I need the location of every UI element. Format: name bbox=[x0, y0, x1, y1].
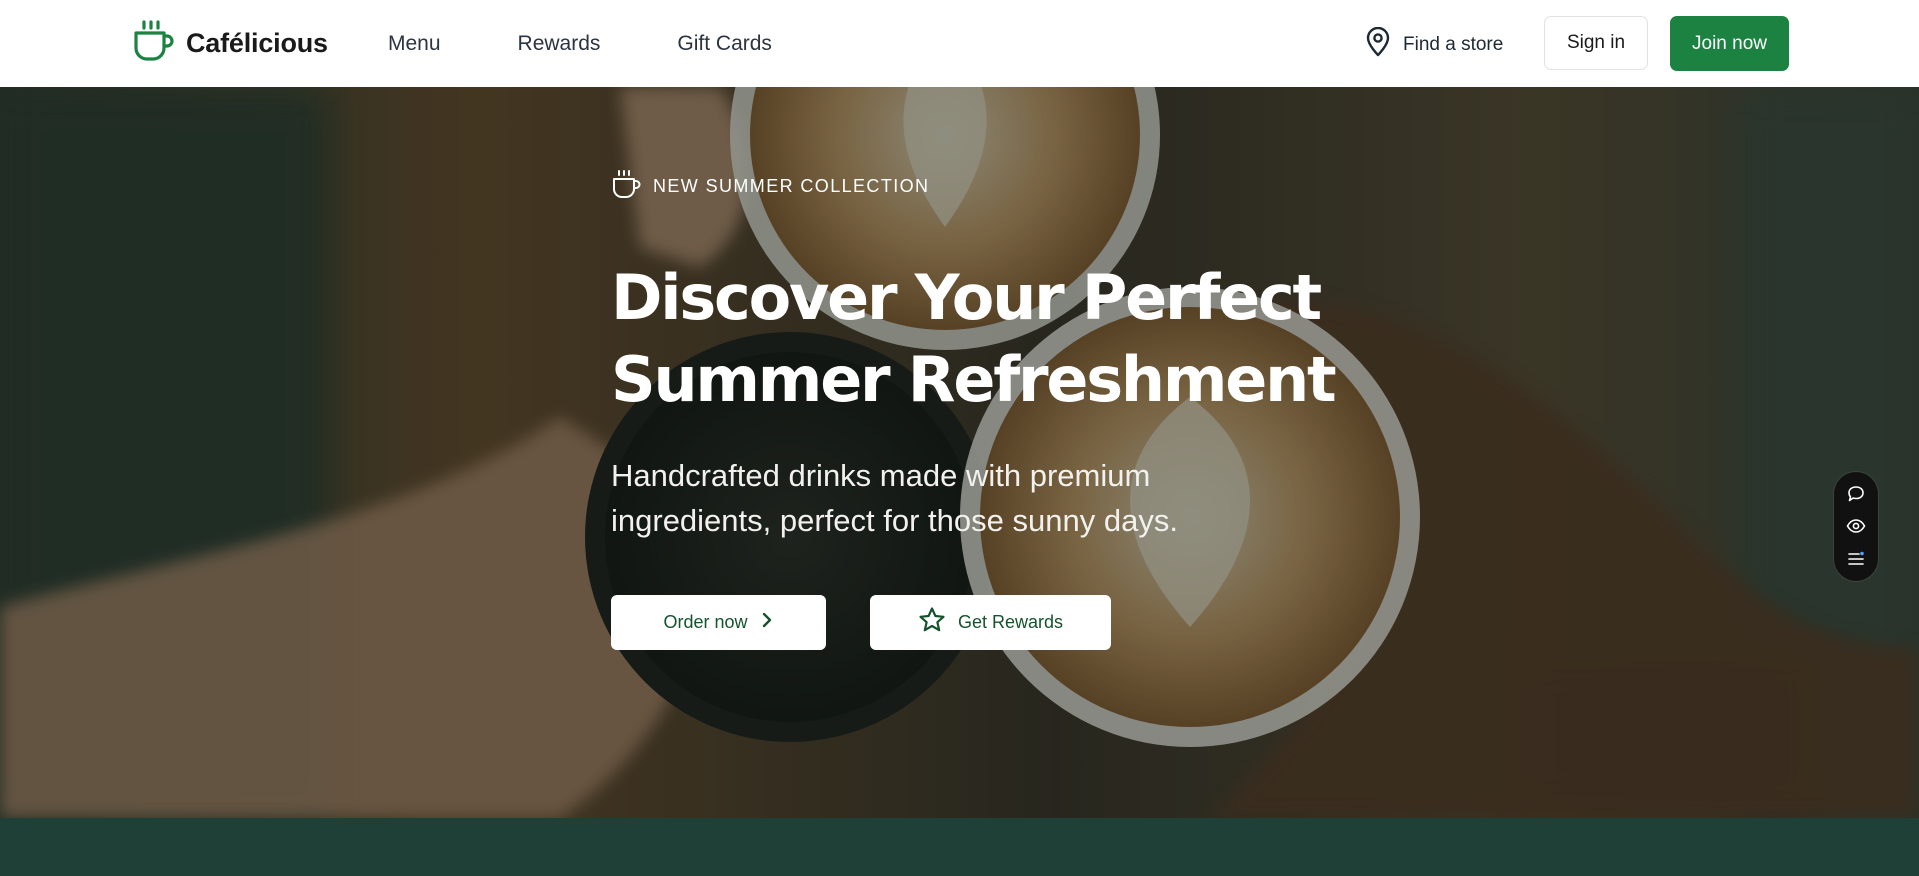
headline-line-1: Discover Your Perfect bbox=[611, 261, 1322, 334]
find-store-label: Find a store bbox=[1403, 34, 1504, 55]
hero-subtext: Handcrafted drinks made with premium ing… bbox=[611, 453, 1251, 543]
brand-name: Cafélicious bbox=[186, 27, 328, 58]
nav-menu[interactable]: Menu bbox=[388, 32, 441, 56]
nav-gift-cards[interactable]: Gift Cards bbox=[677, 32, 772, 56]
hero-section: NEW SUMMER COLLECTION Discover Your Perf… bbox=[0, 87, 1919, 818]
nav-rewards[interactable]: Rewards bbox=[518, 32, 601, 56]
main-nav: Menu Rewards Gift Cards bbox=[388, 0, 849, 87]
coffee-cup-icon bbox=[132, 19, 174, 67]
sign-in-button[interactable]: Sign in bbox=[1544, 16, 1648, 70]
order-now-label: Order now bbox=[663, 612, 748, 632]
collection-badge: NEW SUMMER COLLECTION bbox=[611, 169, 929, 204]
coffee-cup-icon bbox=[611, 169, 641, 204]
next-section-band bbox=[0, 818, 1919, 876]
site-header: Cafélicious Menu Rewards Gift Cards Find… bbox=[0, 0, 1919, 87]
eye-icon[interactable] bbox=[1844, 514, 1868, 538]
badge-label: NEW SUMMER COLLECTION bbox=[653, 176, 930, 196]
star-icon bbox=[918, 606, 946, 639]
get-rewards-label: Get Rewards bbox=[957, 612, 1064, 632]
map-pin-icon bbox=[1365, 26, 1391, 63]
subtext-line-2: ingredients, perfect for those sunny day… bbox=[611, 503, 1178, 538]
get-rewards-button[interactable]: Get Rewards bbox=[870, 595, 1111, 650]
chevron-right-icon bbox=[760, 611, 774, 634]
join-now-button[interactable]: Join now bbox=[1670, 16, 1789, 71]
hero-content: NEW SUMMER COLLECTION Discover Your Perf… bbox=[611, 87, 1411, 818]
comment-icon[interactable] bbox=[1844, 482, 1868, 506]
list-icon[interactable] bbox=[1844, 547, 1868, 571]
subtext-line-1: Handcrafted drinks made with premium bbox=[611, 458, 1151, 493]
brand-logo[interactable]: Cafélicious bbox=[132, 19, 328, 67]
headline-line-2: Summer Refreshment bbox=[611, 343, 1337, 416]
floating-toolbar bbox=[1834, 472, 1878, 581]
hero-headline: Discover Your Perfect Summer Refreshment bbox=[611, 257, 1371, 421]
order-now-button[interactable]: Order now bbox=[611, 595, 826, 650]
find-store-link[interactable]: Find a store bbox=[1365, 26, 1504, 63]
